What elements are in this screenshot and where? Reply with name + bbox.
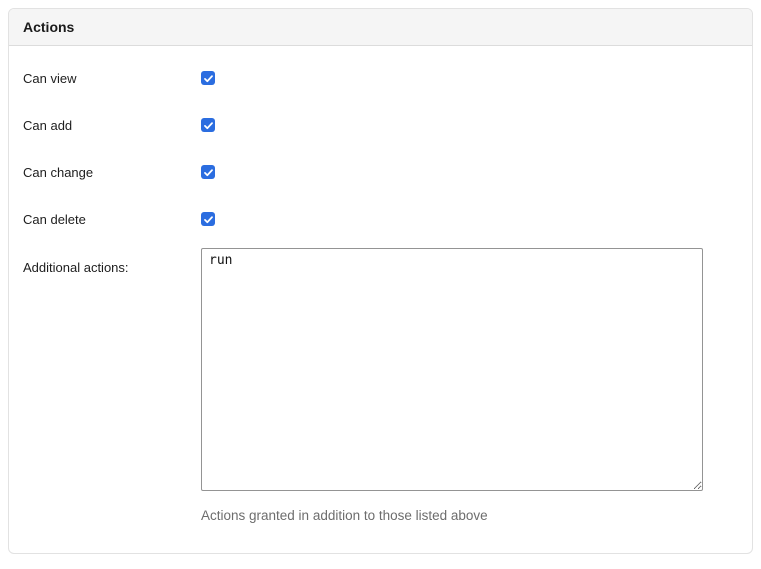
additional-actions-help-text: Actions granted in addition to those lis… [201, 508, 488, 523]
additional-actions-label: Additional actions: [23, 260, 129, 275]
can-delete-checkbox[interactable] [201, 212, 215, 226]
additional-actions-field: run Actions granted in addition to those… [201, 248, 703, 524]
can-view-checkbox[interactable] [201, 71, 215, 85]
form-row-additional-actions: Additional actions: run Actions granted … [23, 248, 738, 524]
form-row-can-change: Can change [23, 164, 738, 180]
actions-fieldset: Actions Can view Can add Can change Can … [8, 8, 753, 554]
fieldset-title: Actions [23, 19, 75, 35]
can-change-label: Can change [23, 164, 94, 180]
can-add-label: Can add [23, 117, 73, 133]
fieldset-header: Actions [9, 9, 752, 46]
can-view-label: Can view [23, 70, 77, 86]
fieldset-content: Can view Can add Can change Can delete A [9, 46, 752, 524]
check-icon [203, 215, 213, 223]
additional-actions-textarea[interactable]: run [201, 248, 703, 491]
form-row-can-add: Can add [23, 117, 738, 133]
can-change-checkbox[interactable] [201, 165, 215, 179]
check-icon [203, 168, 213, 176]
form-row-can-delete: Can delete [23, 211, 738, 227]
form-row-can-view: Can view [23, 70, 738, 86]
can-delete-label: Can delete [23, 211, 86, 227]
check-icon [203, 74, 213, 82]
can-add-checkbox[interactable] [201, 118, 215, 132]
check-icon [203, 121, 213, 129]
